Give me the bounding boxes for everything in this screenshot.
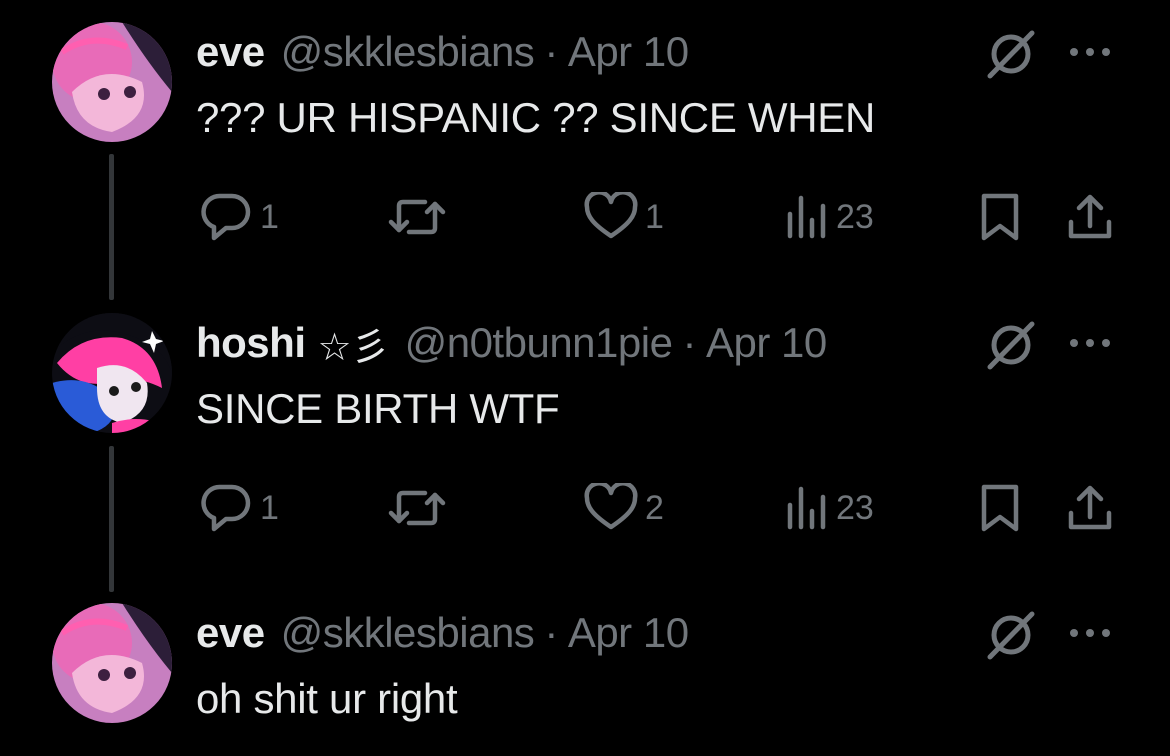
display-name[interactable]: eve: [196, 609, 265, 657]
handle[interactable]: @skklesbians: [281, 28, 535, 76]
thread-line: [109, 154, 114, 300]
heart-icon: [584, 483, 638, 530]
repost-icon: [388, 199, 446, 235]
post-header: eve @skklesbians · Apr 10: [196, 22, 689, 82]
display-name[interactable]: eve: [196, 28, 265, 76]
reply-button[interactable]: 1: [198, 192, 279, 242]
views-button[interactable]: 23: [784, 483, 874, 533]
heart-icon: [584, 192, 638, 239]
post-header: eve @skklesbians · Apr 10: [196, 603, 689, 663]
bookmark-button[interactable]: [978, 483, 1022, 533]
repost-button[interactable]: [387, 192, 453, 242]
repost-icon: [388, 490, 446, 526]
repost-button[interactable]: [387, 483, 453, 533]
reply-button[interactable]: 1: [198, 483, 279, 533]
share-button[interactable]: [1066, 192, 1114, 242]
avatar[interactable]: [52, 22, 172, 142]
share-icon: [1068, 485, 1112, 530]
share-icon: [1068, 194, 1112, 239]
post-text: SINCE BIRTH WTF: [196, 385, 560, 432]
grok-icon[interactable]: [985, 28, 1037, 80]
handle[interactable]: @n0tbunn1pie: [405, 319, 673, 367]
like-count: 2: [645, 488, 664, 527]
bookmark-icon: [981, 484, 1019, 532]
separator: ·: [544, 609, 558, 656]
like-count: 1: [645, 197, 664, 236]
reply-count: 1: [260, 488, 279, 527]
views-count: 23: [836, 488, 874, 527]
separator: ·: [544, 28, 558, 75]
bookmark-button[interactable]: [978, 192, 1022, 242]
post-date[interactable]: Apr 10: [568, 609, 689, 657]
grok-icon[interactable]: [985, 609, 1037, 661]
separator: ·: [682, 319, 696, 366]
like-button[interactable]: 1: [583, 192, 664, 242]
grok-icon[interactable]: [985, 319, 1037, 371]
thread-line: [109, 446, 114, 592]
views-count: 23: [836, 197, 874, 236]
reply-count: 1: [260, 197, 279, 236]
avatar[interactable]: [52, 603, 172, 723]
post-header: hoshi ☆彡 @n0tbunn1pie · Apr 10: [196, 313, 827, 373]
handle[interactable]: @skklesbians: [281, 609, 535, 657]
reply-icon: [201, 193, 251, 241]
more-icon[interactable]: [1066, 44, 1114, 60]
more-icon[interactable]: [1066, 625, 1114, 641]
post-date[interactable]: Apr 10: [706, 319, 827, 367]
bookmark-icon: [981, 193, 1019, 241]
reply-icon: [201, 484, 251, 532]
more-icon[interactable]: [1066, 335, 1114, 351]
share-button[interactable]: [1066, 483, 1114, 533]
avatar[interactable]: [52, 313, 172, 433]
views-icon: [787, 195, 826, 239]
like-button[interactable]: 2: [583, 483, 664, 533]
display-name[interactable]: hoshi: [196, 319, 306, 367]
post-text: oh shit ur right: [196, 675, 458, 722]
post-date[interactable]: Apr 10: [568, 28, 689, 76]
post-text: ??? UR HISPANIC ?? SINCE WHEN: [196, 94, 876, 141]
name-decoration: ☆彡: [317, 326, 390, 369]
views-icon: [787, 486, 826, 530]
views-button[interactable]: 23: [784, 192, 874, 242]
